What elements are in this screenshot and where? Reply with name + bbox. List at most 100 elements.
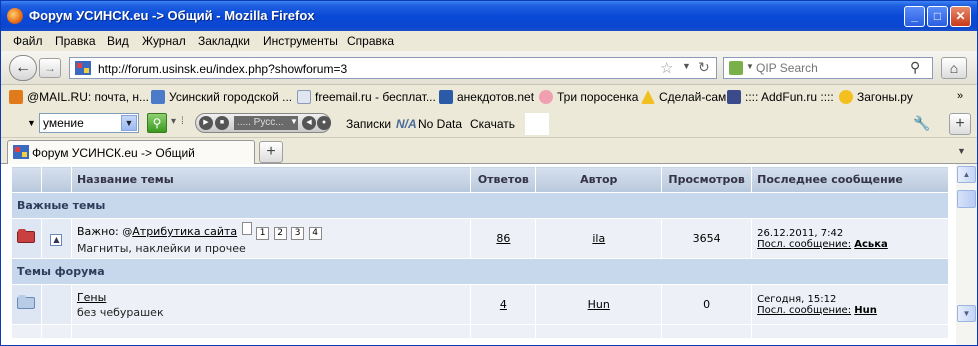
stop-icon[interactable]: ■ [215,116,229,130]
toolbar-dropdown-icon[interactable]: ▾ [171,116,176,127]
bookmark-freemail[interactable]: freemail.ru - бесплат... [297,90,436,104]
reload-icon[interactable]: ↻ [698,59,710,76]
home-icon: ⌂ [949,60,959,76]
scroll-up-button[interactable]: ▲ [957,166,976,183]
last-post-author[interactable]: Аська [854,239,888,250]
bookmark-sdelai-sam[interactable]: Сделай-сам [641,90,726,104]
replies-link[interactable]: 86 [496,232,510,245]
page-link[interactable]: 4 [308,227,322,240]
last-post-cell: Сегодня, 15:12 Посл. сообщение: Hun [751,284,949,325]
forward-button[interactable]: → [39,58,61,78]
menu-edit[interactable]: Правка [55,34,96,48]
header-topic[interactable]: Название темы [70,166,472,193]
topic-prefix: Важно: [76,225,119,238]
page-link[interactable]: 1 [256,227,270,240]
add-toolbar-button[interactable]: + [949,113,971,135]
toolbar-search-button[interactable]: ⚲ [147,113,167,133]
views-count: 3654 [661,218,753,259]
download-button[interactable]: Скачать [470,117,515,131]
last-post-author[interactable]: Hun [854,305,877,316]
section-title: Важные темы [11,192,949,219]
bookmark-mailru[interactable]: @MAIL.RU: почта, н... [9,90,149,104]
menu-help[interactable]: Справка [347,34,394,48]
pinned-icon: ▲ [50,233,63,246]
mailru-icon [9,90,23,104]
plus-icon: + [266,143,276,160]
replies-link[interactable]: 4 [500,298,507,311]
header-author[interactable]: Автор [535,166,663,193]
header-views[interactable]: Просмотров [661,166,753,193]
tab-list-dropdown-icon[interactable]: ▼ [957,146,966,156]
replies-cell: 86 [470,218,537,259]
menu-file[interactable]: Файл [13,34,43,48]
replies-cell: 4 [470,284,537,325]
scroll-down-button[interactable]: ▼ [957,305,976,322]
address-bar[interactable]: http://forum.usinsk.eu/index.php?showfor… [69,57,717,79]
author-link[interactable]: Hun [588,298,610,311]
search-type-select[interactable]: умение ▼ [39,113,139,133]
bookmarks-overflow-icon[interactable]: » [957,90,963,102]
radio-station[interactable]: ..... Русс... [234,116,298,130]
new-tab-button[interactable]: + [259,141,283,163]
bookmarks-bar: @MAIL.RU: почта, н... Усинский городской… [1,86,977,110]
header-last-post[interactable]: Последнее сообщение [751,166,949,193]
views-cell [661,324,753,339]
url-text[interactable]: http://forum.usinsk.eu/index.php?showfor… [98,62,347,76]
menu-tools[interactable]: Инструменты [263,34,338,48]
play-icon[interactable]: ▶ [199,116,213,130]
menu-history[interactable]: Журнал [142,34,186,48]
last-post-link[interactable]: Посл. сообщение: [757,239,851,250]
search-engine-icon[interactable] [729,61,743,75]
bookmark-three-pigs[interactable]: Три поросенка [539,90,638,104]
close-button[interactable]: ✕ [950,6,971,27]
topic-link[interactable]: Гены [77,291,106,304]
author-cell [535,324,663,339]
firefox-icon [7,8,23,24]
page-link[interactable]: 3 [291,227,305,240]
smiley-icon [839,90,853,104]
na-weather-icon[interactable]: N/A [396,117,417,131]
bookmark-usinsk[interactable]: Усинский городской ... [151,90,292,104]
header-replies[interactable]: Ответов [470,166,537,193]
tab-forum[interactable]: Форум УСИНСК.eu -> Общий [7,140,255,164]
volume-icon[interactable]: ◀ [302,116,316,130]
home-button[interactable]: ⌂ [941,57,967,79]
menu-bookmarks[interactable]: Закладки [198,34,250,48]
topic-link[interactable]: Атрибутика сайта [132,225,237,238]
section-title: Темы форума [11,258,949,285]
notes-button[interactable]: Записки [346,117,391,131]
site-favicon-icon [75,61,91,75]
last-post-link[interactable]: Посл. сообщение: [757,305,851,316]
wrench-icon[interactable]: 🔧 [913,115,930,132]
header-icon-col [11,166,42,193]
page-link[interactable]: 2 [273,227,287,240]
settings-icon[interactable]: ● [317,116,331,130]
select-chevron-icon[interactable]: ▼ [121,115,137,131]
vertical-scrollbar[interactable]: ▲ ▼ [956,164,977,345]
bookmark-anekdotov[interactable]: анекдотов.net [439,90,534,104]
engine-dropdown-icon[interactable]: ▼ [746,62,754,71]
page-icon [297,90,311,104]
topics-table: Название темы Ответов Автор Просмотров П… [11,166,949,339]
table-header-row: Название темы Ответов Автор Просмотров П… [11,166,949,193]
addon-toolbar: ▼ умение ▼ ⚲ ▾ ⁞ ▶ ■ ..... Русс... ▼ ◀ ●… [1,110,977,138]
station-dropdown-icon[interactable]: ▼ [290,117,298,126]
history-dropdown-icon[interactable]: ▼ [682,61,691,71]
bookmark-star-icon[interactable]: ☆ [660,59,673,77]
topic-pin-cell: ▲ [40,218,72,259]
search-box[interactable]: ▼ ⚲ [723,57,933,79]
views-count: 0 [661,284,753,325]
bookmark-zagony[interactable]: Загоны.ру [839,90,913,104]
minimize-button[interactable]: _ [904,6,925,27]
drag-handle-icon[interactable]: ⁞ [181,116,184,127]
author-link[interactable]: ila [592,232,605,245]
search-magnifier-icon[interactable]: ⚲ [910,59,920,76]
menu-view[interactable]: Вид [107,34,129,48]
search-input[interactable] [756,60,896,76]
scroll-thumb[interactable] [957,190,976,208]
back-button[interactable]: ← [9,55,37,81]
toolbar-menu-dropdown-icon[interactable]: ▼ [27,118,36,128]
topic-description: без чебурашек [76,305,164,319]
maximize-button[interactable]: □ [927,6,948,27]
bookmark-addfun[interactable]: :::: AddFun.ru :::: [727,90,834,104]
